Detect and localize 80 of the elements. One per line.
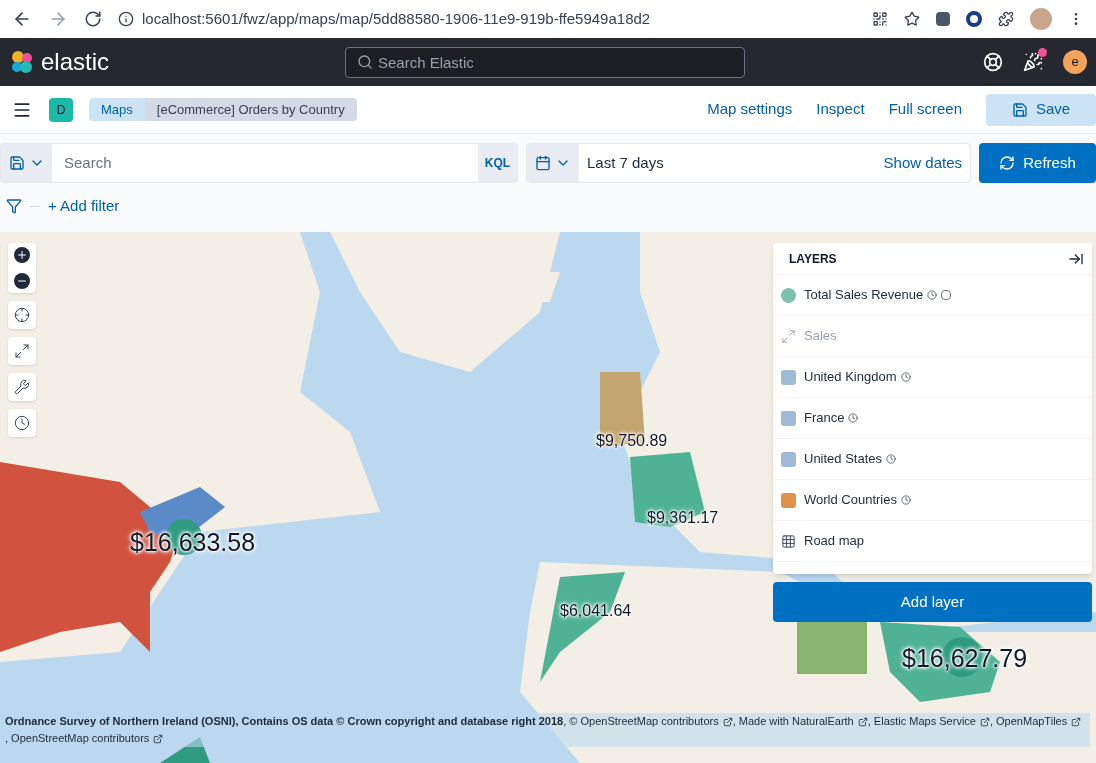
layer-name: United Kingdom (804, 368, 897, 387)
star-icon[interactable] (904, 11, 920, 27)
layer-item[interactable]: United Kingdom (773, 357, 1092, 398)
elastic-logo-icon (9, 49, 35, 75)
layer-item[interactable]: France (773, 398, 1092, 439)
layer-item[interactable]: United States (773, 439, 1092, 480)
external-link-icon (153, 733, 164, 744)
clock-icon (927, 290, 938, 300)
save-icon (8, 155, 25, 171)
crosshair-icon (14, 307, 30, 323)
expand-icon (14, 343, 30, 359)
ring-icon[interactable] (966, 11, 982, 27)
layer-name: France (804, 409, 845, 428)
extension-icon[interactable] (936, 12, 950, 26)
header-link[interactable]: Full screen (888, 98, 962, 121)
url-field[interactable]: localhost:5601/fwz/app/maps/map/5dd88580-1906-11e9-919b-ffe5949a18d2 (142, 7, 651, 31)
resize-icon (781, 328, 796, 344)
saved-query-button[interactable] (0, 143, 52, 183)
refresh-button[interactable]: Refresh (979, 143, 1096, 183)
add-layer-button[interactable]: Add layer (773, 582, 1092, 622)
time-range[interactable]: Last 7 days (579, 151, 884, 175)
reload-icon[interactable] (84, 10, 102, 28)
logo-text: elastic (41, 47, 110, 77)
external-link-icon (722, 716, 733, 727)
layer-item[interactable]: Road map (773, 521, 1092, 562)
header-link[interactable]: Inspect (816, 98, 865, 121)
clock-icon (900, 495, 911, 505)
puzzle-icon[interactable] (998, 11, 1014, 27)
fit-bounds-button[interactable] (8, 337, 36, 365)
help-icon[interactable] (983, 52, 1003, 72)
checkbox-icon (941, 290, 952, 300)
space-avatar[interactable]: D (49, 97, 73, 122)
search-field[interactable]: Search Elastic (345, 46, 745, 78)
refresh-icon (999, 155, 1016, 171)
layer-item[interactable]: Total Sales Revenue (773, 275, 1092, 316)
clock-icon (14, 415, 30, 431)
plus-icon (16, 249, 28, 261)
timeslider-button[interactable] (8, 409, 36, 437)
attribution-link[interactable]: , © OpenStreetMap contributors (563, 713, 733, 730)
attribution-link[interactable]: , Elastic Maps Service (867, 713, 990, 730)
date-picker-button[interactable] (527, 144, 579, 182)
save-button[interactable]: Save (986, 93, 1096, 126)
clock-icon (886, 454, 897, 464)
layer-name: Sales (804, 327, 837, 346)
external-link-icon (857, 716, 868, 727)
filter-icon[interactable] (6, 198, 22, 215)
query-field[interactable]: Search (52, 143, 478, 183)
news-icon[interactable] (1023, 52, 1043, 72)
external-link-icon (979, 716, 990, 727)
wrench-icon (14, 379, 30, 395)
header-link[interactable]: Map settings (707, 98, 793, 121)
layer-item[interactable]: World Countries (773, 480, 1092, 521)
breadcrumb[interactable]: [eCommerce] Orders by Country (144, 98, 357, 121)
breadcrumb[interactable]: Maps (89, 98, 145, 121)
tools-button[interactable] (8, 373, 36, 401)
map-value-label: $16,633.58 (130, 527, 256, 558)
add-filter-link[interactable]: + Add filter (48, 195, 120, 218)
attribution-link[interactable]: , OpenMapTiles (989, 713, 1082, 730)
zoom-out-button[interactable] (14, 273, 30, 289)
attribution-link[interactable]: , Made with NaturalEarth (732, 713, 868, 730)
layer-name: Total Sales Revenue (804, 286, 924, 305)
qr-icon[interactable] (872, 11, 888, 27)
search-icon (357, 53, 373, 70)
save-icon (1011, 101, 1028, 118)
locate-button[interactable] (8, 301, 36, 329)
clock-icon (900, 372, 911, 382)
show-dates-link[interactable]: Show dates (883, 151, 970, 175)
user-avatar[interactable]: e (1063, 50, 1087, 74)
grid-icon (781, 533, 796, 549)
zoom-in-button[interactable] (14, 247, 30, 263)
info-icon[interactable] (118, 11, 134, 27)
attribution-link[interactable]: , OpenStreetMap contributors (5, 730, 164, 747)
calendar-icon (535, 155, 551, 171)
layer-name: United States (804, 450, 883, 469)
kql-button[interactable]: KQL (478, 143, 518, 183)
layer-name: Road map (804, 532, 864, 551)
external-link-icon (1071, 716, 1082, 727)
panel-title: LAYERS (789, 250, 837, 268)
clock-icon (848, 413, 859, 423)
layer-name: World Countries (804, 491, 897, 510)
